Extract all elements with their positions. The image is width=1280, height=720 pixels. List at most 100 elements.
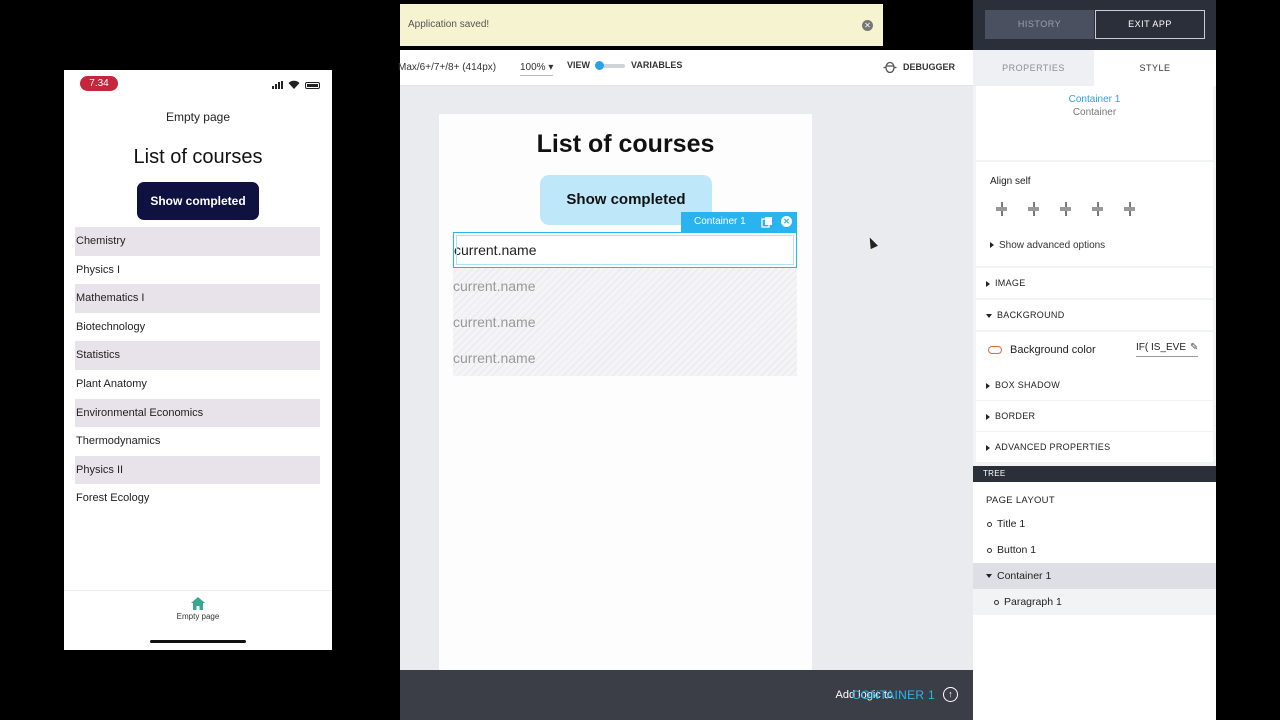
show-advanced-options-label: Show advanced options [999, 240, 1106, 251]
list-item[interactable]: Plant Anatomy [75, 370, 320, 399]
pencil-icon[interactable]: ✎ [1190, 342, 1198, 353]
history-button[interactable]: HISTORY [985, 10, 1094, 39]
list-item[interactable]: current.name [453, 340, 797, 376]
view-label: VIEW [567, 60, 591, 70]
background-color-row: Background color IF( IS_EVE ✎ [976, 332, 1213, 370]
show-advanced-options[interactable]: Show advanced options [990, 240, 1105, 251]
device-selector[interactable]: Max/6+/7+/8+ (414px) [398, 62, 496, 73]
variables-label: VARIABLES [631, 60, 683, 70]
tree-header: TREE [973, 466, 1216, 482]
tree-item-paragraph-1[interactable]: Paragraph 1 [973, 589, 1216, 615]
tab-empty-page[interactable]: Empty page [64, 597, 332, 621]
tree-item-label: Container 1 [997, 570, 1052, 582]
list-item[interactable]: current.name [453, 268, 797, 304]
toast-message: Application saved! [408, 19, 490, 30]
logic-bar: Add logic to CONTAINER 1 ↑ [400, 670, 973, 720]
list-item[interactable]: Chemistry [75, 227, 320, 256]
section-advanced-properties[interactable]: ADVANCED PROPERTIES [976, 432, 1213, 462]
list-item[interactable]: Physics I [75, 256, 320, 285]
bug-icon [883, 61, 897, 73]
caret-down-icon[interactable] [986, 574, 992, 579]
save-toast: Application saved! ✕ [400, 4, 883, 46]
add-logic-target[interactable]: CONTAINER 1 [852, 688, 935, 702]
debugger-label: DEBUGGER [903, 61, 956, 72]
toggle-knob[interactable] [595, 61, 604, 70]
zoom-value: 100% [520, 62, 546, 73]
tree-item-container-1[interactable]: Container 1 [973, 563, 1216, 589]
section-border-label: BORDER [995, 411, 1036, 421]
selected-component-type: Container [1072, 107, 1117, 118]
tree-root[interactable]: PAGE LAYOUT [986, 495, 1055, 506]
circle-icon [987, 521, 992, 527]
list-item[interactable]: Statistics [75, 341, 320, 370]
phone-preview: 7.34 Empty page List of courses Show com… [64, 70, 332, 650]
align-center-icon[interactable] [1026, 202, 1042, 216]
section-background[interactable]: BACKGROUND [976, 300, 1213, 330]
canvas-title[interactable]: List of courses [439, 130, 812, 159]
delete-icon[interactable]: ✕ [781, 216, 792, 227]
align-baseline-icon[interactable] [1122, 202, 1138, 216]
align-end-icon[interactable] [1058, 202, 1074, 216]
list-item[interactable]: Mathematics I [75, 284, 320, 313]
section-advanced-properties-label: ADVANCED PROPERTIES [995, 442, 1111, 452]
container-1[interactable]: current.name current.name current.name c… [453, 232, 797, 376]
align-start-icon[interactable] [994, 202, 1010, 216]
debugger-button[interactable]: DEBUGGER [883, 60, 955, 73]
list-item[interactable]: Biotechnology [75, 313, 320, 342]
align-stretch-icon[interactable] [1090, 202, 1106, 216]
list-item[interactable]: Physics II [75, 455, 320, 485]
tree-item-button-1[interactable]: Button 1 [973, 537, 1216, 563]
list-item[interactable]: Forest Ecology [75, 484, 320, 513]
phone-page-header: Empty page [165, 110, 231, 124]
list-item[interactable]: current.name [453, 232, 797, 268]
battery-icon [305, 82, 320, 89]
tab-style[interactable]: STYLE [1094, 50, 1216, 86]
section-box-shadow-label: BOX SHADOW [995, 380, 1061, 390]
link-icon[interactable] [988, 346, 1002, 354]
container-badge: Container 1 ✕ [681, 212, 797, 232]
background-color-formula[interactable]: IF( IS_EVE [1136, 342, 1198, 357]
zoom-selector[interactable]: 100% ▾ [520, 62, 554, 76]
selected-component-name: Container 1 [1068, 94, 1121, 105]
circle-icon [987, 547, 992, 553]
tree-item-label: Button 1 [997, 544, 1037, 556]
list-item[interactable]: Thermodynamics [75, 427, 320, 456]
align-self-section: Align self Show advanced options [976, 162, 1213, 266]
phone-title: List of courses [133, 146, 263, 168]
section-box-shadow[interactable]: BOX SHADOW [976, 370, 1213, 400]
section-border[interactable]: BORDER [976, 401, 1213, 431]
app-page[interactable]: List of courses Show completed current.n… [439, 114, 812, 670]
wifi-icon [288, 80, 300, 89]
list-item[interactable]: current.name [453, 304, 797, 340]
align-self-label: Align self [990, 176, 1031, 187]
tree-item-label: Title 1 [997, 518, 1026, 530]
status-icons [272, 80, 320, 89]
signal-icon [272, 81, 283, 89]
align-self-options [994, 202, 1138, 216]
tree-item-label: Paragraph 1 [1004, 596, 1062, 608]
phone-show-completed-button[interactable]: Show completed [137, 182, 259, 220]
exit-app-button[interactable]: EXIT APP [1095, 10, 1205, 39]
editor-toolbar: Max/6+/7+/8+ (414px) 100% ▾ VIEW VARIABL… [398, 50, 973, 86]
arrow-up-icon[interactable]: ↑ [943, 687, 958, 702]
properties-panel: PROPERTIES STYLE Container 1 Container A… [973, 50, 1216, 466]
list-item[interactable]: Environmental Economics [75, 398, 320, 428]
home-icon [191, 597, 205, 610]
background-color-label: Background color [1010, 344, 1096, 356]
container-badge-label: Container 1 [694, 216, 746, 227]
section-image-label: IMAGE [995, 278, 1026, 288]
section-image[interactable]: IMAGE [976, 268, 1213, 298]
duplicate-icon[interactable] [761, 216, 773, 228]
tree-item-title-1[interactable]: Title 1 [973, 511, 1216, 537]
component-tree: PAGE LAYOUT Title 1 Button 1 Container 1… [973, 482, 1216, 720]
tab-properties[interactable]: PROPERTIES [973, 50, 1094, 86]
circle-icon [994, 599, 999, 605]
home-indicator [150, 640, 246, 643]
status-time: 7.34 [80, 76, 118, 91]
section-background-label: BACKGROUND [997, 310, 1065, 320]
chevron-down-icon: ▾ [548, 62, 554, 73]
close-icon[interactable]: ✕ [862, 20, 873, 31]
tab-label: Empty page [176, 612, 220, 621]
course-list: Chemistry Physics I Mathematics I Biotechno… [75, 227, 320, 513]
editor-canvas[interactable]: List of courses Show completed current.n… [400, 86, 973, 670]
